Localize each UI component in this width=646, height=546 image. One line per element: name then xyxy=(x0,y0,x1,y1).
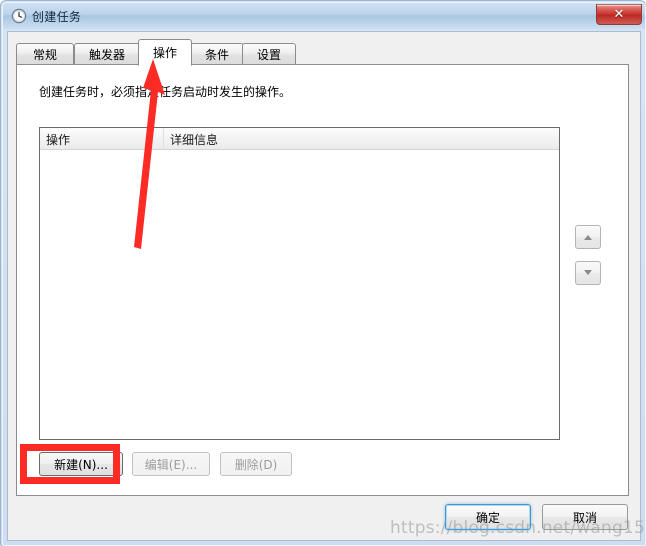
ok-button[interactable]: 确定 xyxy=(445,504,531,530)
actions-tab-panel: 创建任务时，必须指定任务启动时发生的操作。 操作 详细信息 新建(N)... 编… xyxy=(16,64,629,496)
clock-icon xyxy=(11,8,27,24)
tab-conditions[interactable]: 条件 xyxy=(190,43,244,65)
new-button-label: 新建(N)... xyxy=(54,457,108,472)
cancel-button-label: 取消 xyxy=(572,510,597,525)
tab-actions[interactable]: 操作 xyxy=(138,39,192,66)
panel-description: 创建任务时，必须指定任务启动时发生的操作。 xyxy=(39,85,292,99)
tab-conditions-label: 条件 xyxy=(204,47,229,62)
title-bar[interactable]: 创建任务 ✕ xyxy=(3,3,645,29)
tab-settings[interactable]: 设置 xyxy=(242,43,296,65)
window-title: 创建任务 xyxy=(32,10,82,24)
chevron-up-icon xyxy=(584,235,592,240)
delete-button: 删除(D) xyxy=(220,452,292,476)
move-down-button[interactable] xyxy=(575,261,601,285)
create-task-dialog: 创建任务 ✕ 常规 触发器 操作 条件 设置 创建任务时，必须指定任务启动时发生… xyxy=(0,0,646,546)
edit-button: 编辑(E)... xyxy=(132,452,210,476)
tab-general-label: 常规 xyxy=(32,47,57,62)
new-button[interactable]: 新建(N)... xyxy=(39,452,123,476)
move-up-button[interactable] xyxy=(575,225,601,249)
column-header-details-label: 详细信息 xyxy=(170,132,219,147)
close-icon: ✕ xyxy=(613,7,625,22)
column-header-action-label: 操作 xyxy=(46,132,71,147)
actions-list[interactable]: 操作 详细信息 xyxy=(39,127,560,440)
tab-actions-label: 操作 xyxy=(152,46,177,60)
tab-settings-label: 设置 xyxy=(256,47,281,62)
column-header-action[interactable]: 操作 xyxy=(40,128,164,150)
chevron-down-icon xyxy=(584,270,592,275)
actions-list-header: 操作 详细信息 xyxy=(40,128,559,150)
tab-triggers[interactable]: 触发器 xyxy=(74,43,140,65)
close-button[interactable]: ✕ xyxy=(596,4,642,25)
column-header-details[interactable]: 详细信息 xyxy=(164,128,561,150)
edit-button-label: 编辑(E)... xyxy=(144,457,198,472)
cancel-button[interactable]: 取消 xyxy=(542,504,628,530)
tab-triggers-label: 触发器 xyxy=(88,47,125,62)
ok-button-label: 确定 xyxy=(475,510,500,525)
actions-list-body[interactable] xyxy=(40,150,559,439)
delete-button-label: 删除(D) xyxy=(234,457,278,472)
dialog-client-area: 常规 触发器 操作 条件 设置 创建任务时，必须指定任务启动时发生的操作。 操作… xyxy=(7,31,641,541)
tab-general[interactable]: 常规 xyxy=(16,43,74,65)
